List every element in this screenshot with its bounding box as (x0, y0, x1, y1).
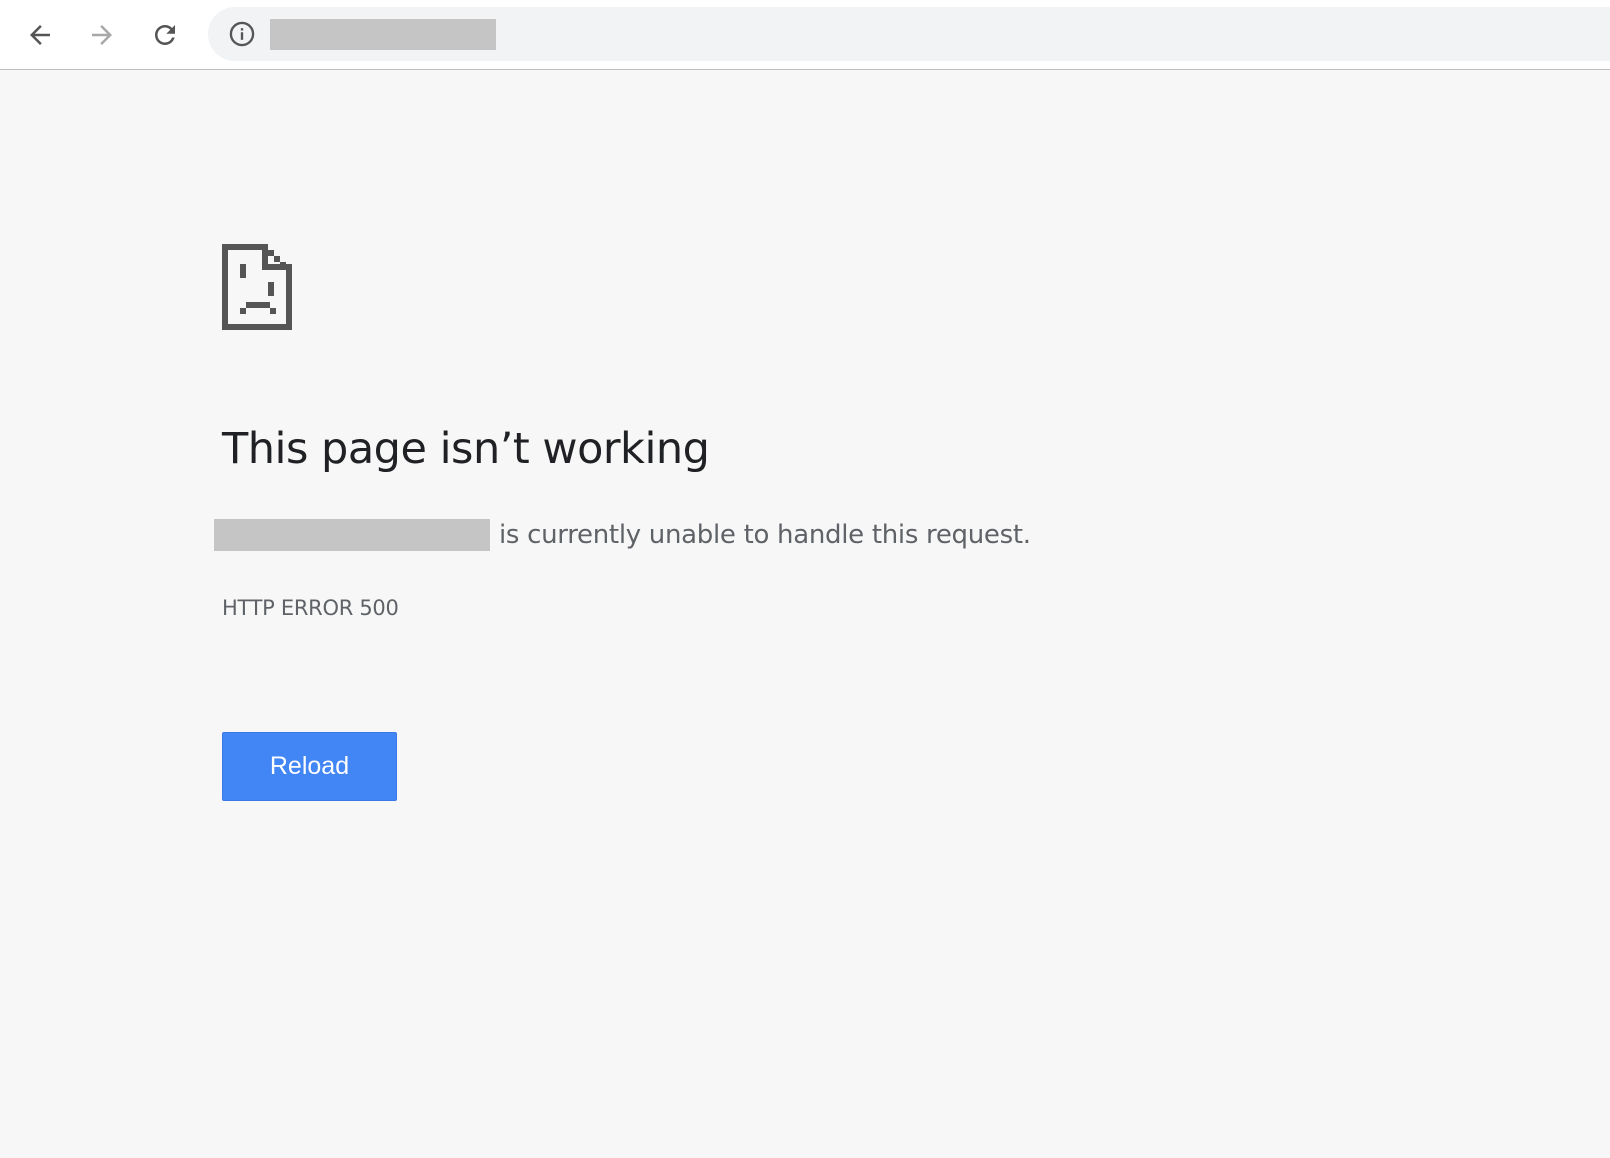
url-text-redacted[interactable] (270, 19, 496, 50)
info-circle-icon[interactable] (228, 20, 256, 48)
arrow-left-icon (30, 25, 50, 45)
reload-nav-button[interactable] (145, 15, 185, 55)
page-title: This page isn’t working (222, 424, 710, 474)
browser-toolbar (0, 0, 1610, 70)
sad-document-icon (222, 244, 292, 330)
host-name-redacted (214, 519, 490, 551)
error-message: is currently unable to handle this reque… (214, 518, 1031, 552)
address-bar[interactable] (208, 7, 1610, 61)
forward-button[interactable] (82, 15, 122, 55)
arrow-right-icon (92, 25, 112, 45)
reload-button[interactable]: Reload (222, 732, 397, 801)
error-message-text: is currently unable to handle this reque… (499, 520, 1031, 550)
error-code: HTTP ERROR 500 (222, 596, 399, 620)
reload-icon (155, 25, 175, 45)
back-button[interactable] (20, 15, 60, 55)
